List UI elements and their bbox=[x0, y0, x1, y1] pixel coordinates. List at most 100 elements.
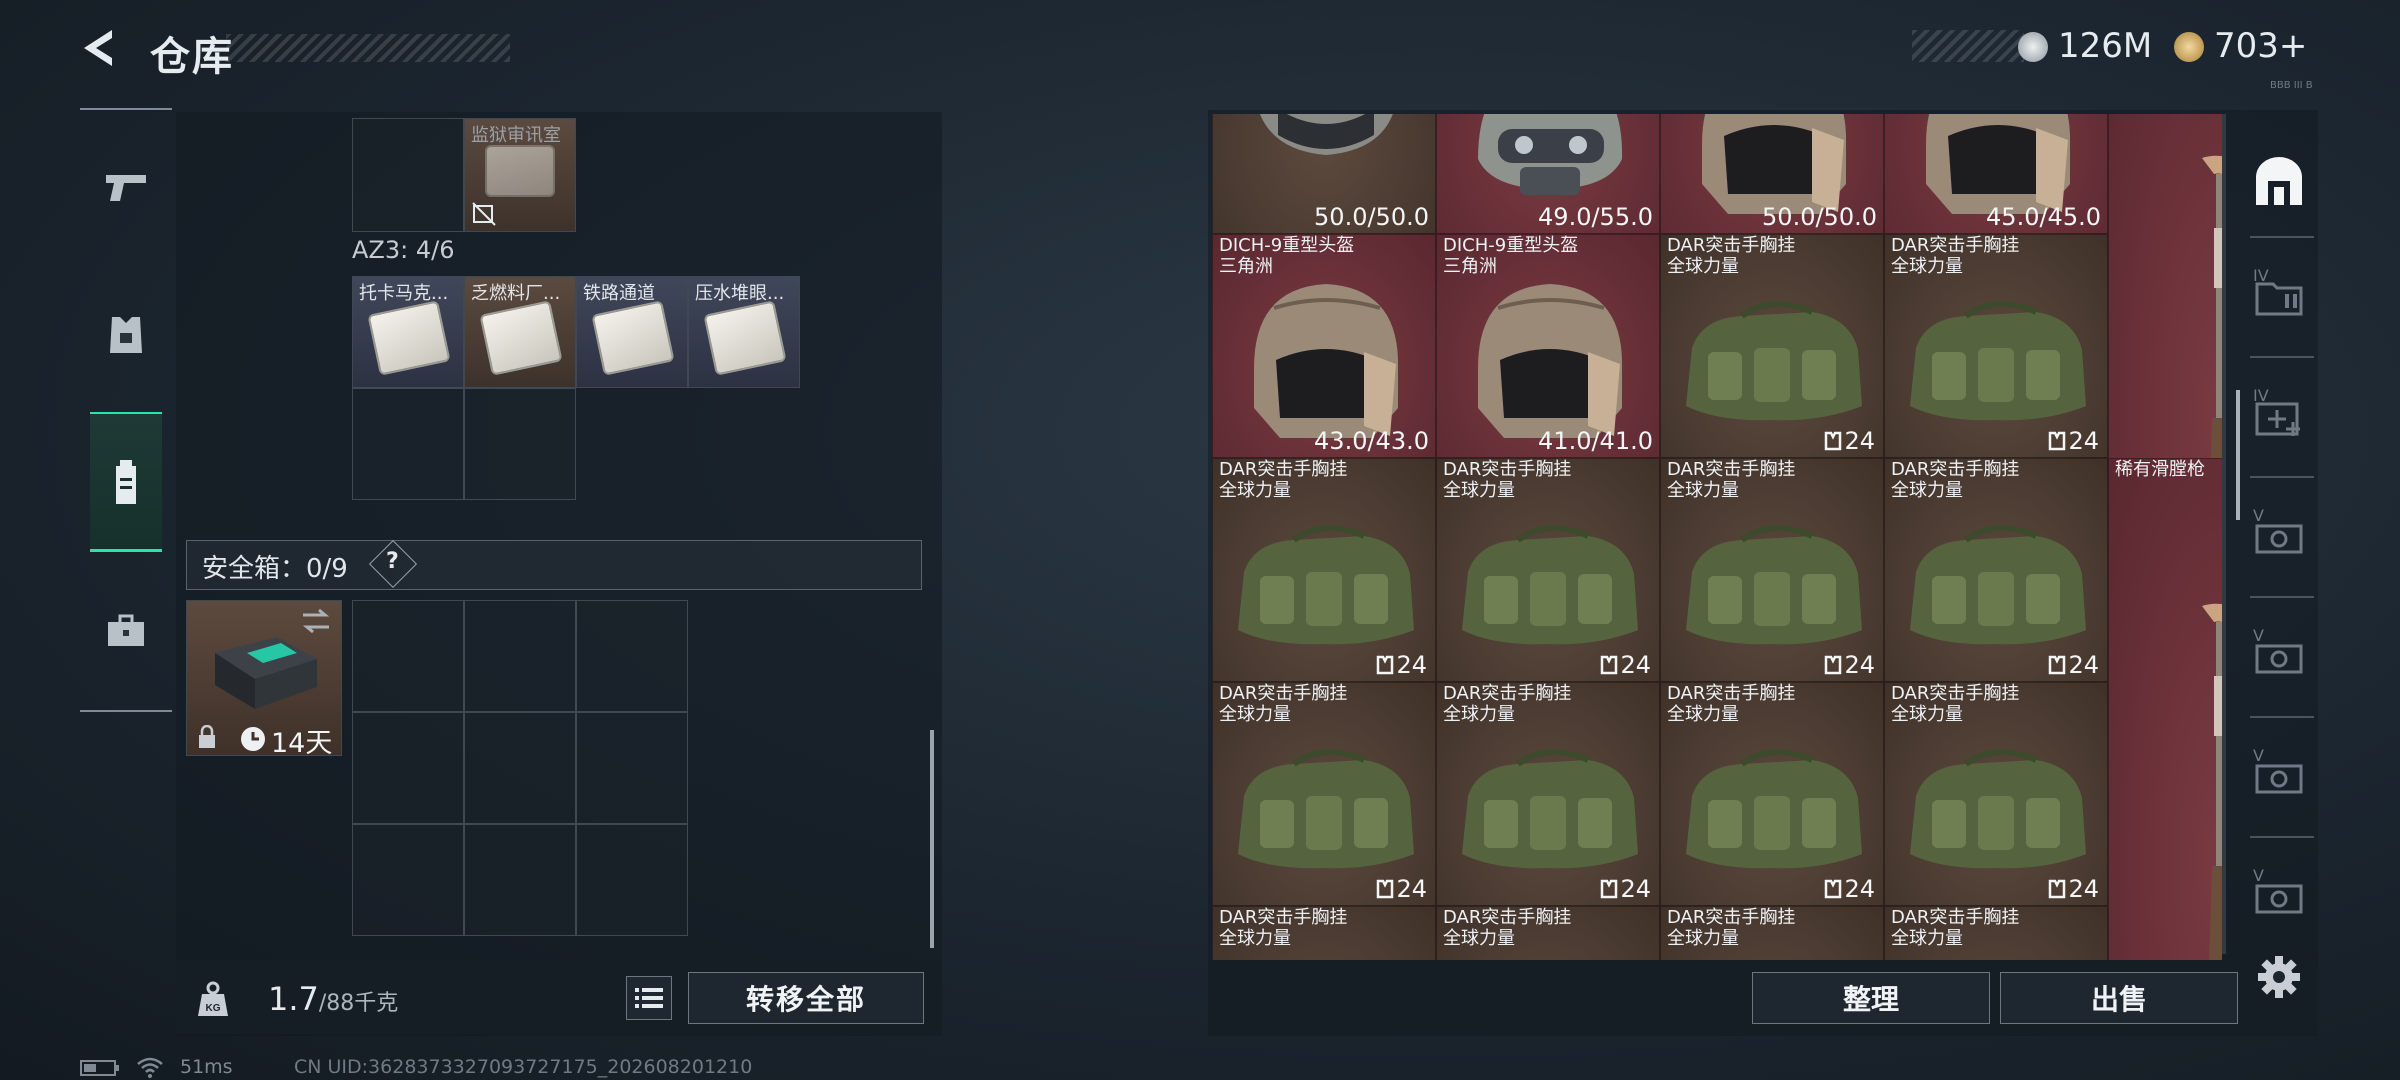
item-prison-card[interactable]: 监狱审讯室 bbox=[464, 118, 576, 232]
item-name: 托卡马克... bbox=[359, 283, 449, 304]
grid-cell[interactable] bbox=[464, 824, 576, 936]
stash-item-vest[interactable]: DAR突击手胸挂 全球力量 24 bbox=[1884, 682, 2108, 906]
stash-tab-6[interactable]: V bbox=[2244, 840, 2314, 950]
stash-tab-2[interactable]: IV bbox=[2244, 360, 2314, 470]
item-title: DAR突击手胸挂 bbox=[1667, 683, 1796, 704]
stash-item-vest[interactable]: DAR突击手胸挂 全球力量 24 bbox=[1884, 234, 2108, 458]
vest-capacity-icon bbox=[1825, 879, 1842, 899]
settings-gear-icon[interactable] bbox=[2256, 954, 2302, 1000]
sort-button[interactable]: 整理 bbox=[1752, 972, 1990, 1024]
stash-item-vest[interactable]: DAR突击手胸挂 全球力量 bbox=[1660, 906, 1884, 960]
grid-cell[interactable] bbox=[352, 600, 464, 712]
safe-box-days: 14天 bbox=[271, 728, 333, 759]
grid-cell[interactable] bbox=[352, 118, 464, 232]
stash-tab-all[interactable] bbox=[2244, 126, 2314, 236]
stash-item-helmet-c[interactable]: DICH-9重型头盔 三角洲 41.0/41.0 bbox=[1436, 234, 1660, 458]
grid-cell[interactable] bbox=[576, 712, 688, 824]
capacity-value: 24 bbox=[1824, 427, 1875, 455]
stash-tab-4[interactable]: V bbox=[2244, 600, 2314, 710]
title-decoration bbox=[226, 34, 510, 62]
grid-cell[interactable] bbox=[464, 600, 576, 712]
keycard-image bbox=[479, 300, 563, 376]
stash-item-vest[interactable]: DAR突击手胸挂 全球力量 24 bbox=[1436, 682, 1660, 906]
value-text: 50.0/50.0 bbox=[1314, 203, 1429, 231]
stash-item-name: DAR突击手胸挂 全球力量 bbox=[1667, 907, 1795, 949]
version-text: BBB III B bbox=[2270, 80, 2313, 91]
grid-cell[interactable] bbox=[352, 824, 464, 936]
value-text: 41.0/41.0 bbox=[1538, 427, 1653, 455]
nav-weapon[interactable] bbox=[90, 142, 162, 232]
stash-scroll-track bbox=[2222, 114, 2226, 954]
sell-button[interactable]: 出售 bbox=[2000, 972, 2238, 1024]
svg-text:KG: KG bbox=[206, 1003, 221, 1014]
weight-value: 1.7/88千克 bbox=[268, 980, 399, 1018]
item-title: DAR突击手胸挂 bbox=[1219, 683, 1348, 704]
item-faction: 全球力量 bbox=[1443, 928, 1515, 949]
stash-item-vest[interactable]: DAR突击手胸挂 全球力量 24 bbox=[1660, 234, 1884, 458]
stash-item-name: DAR突击手胸挂 全球力量 bbox=[1891, 683, 2019, 725]
capacity-value: 24 bbox=[2048, 427, 2099, 455]
stash-item-musket[interactable]: 稀有滑膛枪 bbox=[2108, 458, 2222, 960]
value-text: 24 bbox=[1620, 875, 1651, 903]
stash-tab-1[interactable]: IV bbox=[2244, 240, 2314, 350]
item-title: DAR突击手胸挂 bbox=[1891, 459, 2020, 480]
item-faction: 全球力量 bbox=[1219, 928, 1291, 949]
currency-decoration bbox=[1912, 30, 2024, 62]
transfer-all-button[interactable]: 转移全部 bbox=[688, 972, 924, 1024]
stash-item-name: DAR突击手胸挂 全球力量 bbox=[1219, 907, 1347, 949]
back-arrow-icon[interactable] bbox=[78, 26, 122, 70]
left-scrollbar[interactable] bbox=[930, 730, 934, 948]
nav-case[interactable] bbox=[90, 586, 162, 676]
stash-item-vest[interactable]: DAR突击手胸挂 全球力量 24 bbox=[1660, 458, 1884, 682]
grid-cell[interactable] bbox=[576, 824, 688, 936]
stash-item-name: DAR突击手胸挂 全球力量 bbox=[1667, 459, 1795, 501]
grid-cell[interactable] bbox=[352, 712, 464, 824]
item-title: DAR突击手胸挂 bbox=[1667, 459, 1796, 480]
stash-item-vest[interactable]: DAR突击手胸挂 全球力量 bbox=[1212, 906, 1436, 960]
stash-scrollbar[interactable] bbox=[2236, 390, 2240, 520]
vest-capacity-icon bbox=[1825, 655, 1842, 675]
nav-armor[interactable] bbox=[90, 290, 162, 380]
safe-box-item[interactable]: 14天 bbox=[186, 600, 342, 759]
stash-item-helmet-c[interactable]: DICH-9重型头盔 三角洲 43.0/43.0 bbox=[1212, 234, 1436, 458]
item-keycard[interactable]: 托卡马克... bbox=[352, 276, 464, 388]
stash-item-vest[interactable]: DAR突击手胸挂 全球力量 bbox=[1884, 906, 2108, 960]
item-faction: 全球力量 bbox=[1891, 480, 1963, 501]
vest-capacity-icon bbox=[1825, 431, 1842, 451]
stash-item-vest[interactable]: DAR突击手胸挂 全球力量 bbox=[1436, 906, 1660, 960]
stash-item-helmet-a[interactable]: 50.0/50.0 bbox=[1212, 114, 1436, 234]
stash-item-helmet-c[interactable]: DICH-9重型头盔三角洲50.0/50.0 bbox=[1660, 114, 1884, 234]
item-faction: 三角洲 bbox=[1443, 256, 1497, 277]
stash-tab-3[interactable]: V bbox=[2244, 480, 2314, 590]
stash-item-helmet-c[interactable]: DICH-9重型头盔三角洲45.0/45.0 bbox=[1884, 114, 2108, 234]
folder-icon: IV bbox=[2253, 266, 2305, 318]
stash-grid: 50.0/50.0GT5 指挥官头盔全球力量49.0/55.0DICH-9重型头… bbox=[1212, 114, 2222, 960]
item-title: 稀有滑膛枪 bbox=[2115, 459, 2205, 480]
item-keycard[interactable]: 压水堆眼... bbox=[688, 276, 800, 388]
value-text: 24 bbox=[2068, 427, 2099, 455]
stash-item-vest[interactable]: DAR突击手胸挂 全球力量 24 bbox=[1212, 458, 1436, 682]
vest-capacity-icon bbox=[1377, 655, 1394, 675]
currency-silver: 126M bbox=[2058, 26, 2153, 66]
item-keycard[interactable]: 乏燃料厂... bbox=[464, 276, 576, 388]
grid-cell[interactable] bbox=[464, 388, 576, 500]
pistol-icon bbox=[106, 175, 146, 201]
grid-cell[interactable] bbox=[576, 600, 688, 712]
nav-backpack-active[interactable] bbox=[90, 412, 162, 552]
grid-cell[interactable] bbox=[352, 388, 464, 500]
durability-value: 50.0/50.0 bbox=[1314, 203, 1429, 231]
stash-tab-5[interactable]: V bbox=[2244, 720, 2314, 830]
stash-item-vest[interactable]: DAR突击手胸挂 全球力量 24 bbox=[1660, 682, 1884, 906]
currency-gold[interactable]: 703+ bbox=[2214, 26, 2307, 66]
list-view-button[interactable] bbox=[626, 976, 672, 1020]
stash-item-vest[interactable]: DAR突击手胸挂 全球力量 24 bbox=[1884, 458, 2108, 682]
item-faction: 全球力量 bbox=[1443, 480, 1515, 501]
stash-item-helmet-b[interactable]: GT5 指挥官头盔全球力量49.0/55.0 bbox=[1436, 114, 1660, 234]
tab-separator bbox=[2250, 596, 2314, 598]
lock-icon bbox=[199, 725, 215, 748]
stash-item-vest[interactable]: DAR突击手胸挂 全球力量 24 bbox=[1436, 458, 1660, 682]
stash-item-name: DAR突击手胸挂 全球力量 bbox=[1219, 459, 1347, 501]
item-keycard[interactable]: 铁路通道 bbox=[576, 276, 688, 388]
stash-item-vest[interactable]: DAR突击手胸挂 全球力量 24 bbox=[1212, 682, 1436, 906]
grid-cell[interactable] bbox=[464, 712, 576, 824]
